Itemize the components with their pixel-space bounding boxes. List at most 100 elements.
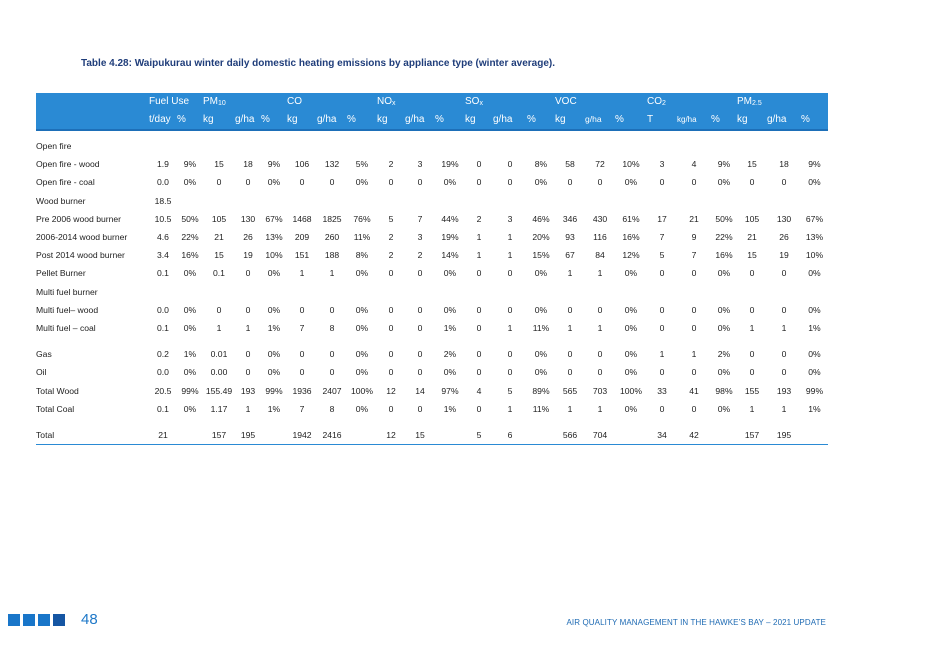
table-cell (435, 418, 465, 426)
table-row: Total Coal 0.1 0% 1.17 1 1% 7 8 0% 0 0 1% 0 1 11% 1 1 0% 0… (36, 400, 828, 418)
table-cell: 0% (717, 403, 731, 414)
table-cell: 0 (597, 349, 603, 360)
table-cell: 1 (567, 403, 573, 414)
table-cell: 14% (441, 250, 459, 261)
header-nox: NOx (377, 93, 465, 109)
table-row: Pellet Burner 0.1 0% 0.1 0 0% 1 1 0% 0 0 0% 0 0 0% 1 1 0%… (36, 264, 828, 282)
table-cell: 0 (299, 349, 305, 360)
table-cell: 0 (781, 268, 787, 279)
table-cell: 0 (245, 268, 251, 279)
table-cell: 0 (691, 322, 697, 333)
table-cell: 1 (476, 232, 482, 243)
table-cell: 0% (534, 304, 548, 315)
table-cell: 9% (717, 159, 731, 170)
table-cell: 2% (717, 349, 731, 360)
table-cell: 0 (476, 349, 482, 360)
table-cell: 0 (417, 268, 423, 279)
table-cell: 0.1 (157, 268, 169, 279)
table-cell: 2407 (322, 385, 342, 396)
table-cell: 1 (749, 403, 755, 414)
table-cell: 9 (691, 232, 697, 243)
table-cell: 1% (808, 403, 821, 414)
table-cell: 2416 (317, 425, 347, 445)
row-label: Total Coal (36, 403, 75, 414)
table-cell: 2 (417, 250, 423, 261)
table-cell (377, 130, 405, 155)
table-cell (615, 130, 647, 155)
table-cell (261, 418, 287, 426)
table-cell (347, 418, 377, 426)
table-cell (149, 283, 177, 301)
table-cell: 72 (595, 159, 605, 170)
table-cell: 8% (534, 159, 548, 170)
table-cell: 0 (299, 177, 305, 188)
table-cell: 15 (214, 250, 224, 261)
table-cell: 0 (417, 403, 423, 414)
table-cell (615, 425, 647, 445)
table-cell: 1 (597, 403, 603, 414)
table-cell: 17 (657, 213, 667, 224)
table-cell: 67% (265, 213, 283, 224)
table-cell: 0% (267, 177, 281, 188)
table-cell: 0% (267, 268, 281, 279)
table-cell: 5 (507, 385, 513, 396)
table-cell: 0% (717, 268, 731, 279)
table-row: Pre 2006 wood burner 10.5 50% 105 130 67% 1468… (36, 210, 828, 228)
table-cell: 0 (507, 268, 513, 279)
table-cell (287, 337, 317, 345)
table-cell (585, 130, 615, 155)
table-cell (405, 337, 435, 345)
table-cell: 0 (749, 349, 755, 360)
table-cell: 2 (388, 159, 394, 170)
table-cell: 15 (747, 250, 757, 261)
table-cell: 15 (214, 159, 224, 170)
table-cell: 8 (329, 403, 335, 414)
table-cell: 0 (597, 367, 603, 378)
row-label: Open fire - coal (36, 177, 95, 188)
table-cell: 0 (216, 177, 222, 188)
table-cell (555, 192, 585, 210)
table-cell: 0.1 (157, 403, 169, 414)
table-row: Open fire - coal 0.0 0% 0 0 0% 0 0 0% 0 0 0% 0 0 0% 0 0 0… (36, 173, 828, 191)
table-cell: 2 (476, 213, 482, 224)
header-unit: T (647, 109, 677, 131)
header-co2: CO2 (647, 93, 737, 109)
table-cell: 19 (779, 250, 789, 261)
table-cell: 20.5 (154, 385, 172, 396)
table-cell: 26 (243, 232, 253, 243)
table-cell: 0.00 (210, 367, 228, 378)
table-cell: 1 (329, 268, 335, 279)
table-cell (203, 418, 235, 426)
table-cell: 0 (245, 367, 251, 378)
table-cell (737, 418, 767, 426)
table-cell: 704 (585, 425, 615, 445)
table-cell: 0 (567, 304, 573, 315)
table-cell: 0 (659, 403, 665, 414)
table-cell: 0 (507, 304, 513, 315)
table-cell (235, 283, 261, 301)
table-cell: 19 (243, 250, 253, 261)
table-cell: 0 (329, 304, 335, 315)
table-cell: 1 (597, 268, 603, 279)
table-cell: 67% (805, 213, 824, 224)
table-cell: 0 (507, 159, 513, 170)
table-cell: 93 (565, 232, 575, 243)
table-cell (287, 283, 317, 301)
table-cell: 188 (324, 250, 340, 261)
table-row: Multi fuel – coal 0.1 0% 1 1 1% 7 8 0% 0 0 1% 0 1 11% 1… (36, 319, 828, 337)
table-cell: 97% (441, 385, 459, 396)
table-cell: 1% (183, 349, 197, 360)
table-cell: 9% (183, 159, 197, 170)
table-cell: 1.17 (210, 403, 228, 414)
table-cell (347, 130, 377, 155)
table-cell (527, 130, 555, 155)
table-cell (801, 283, 828, 301)
table-cell (585, 337, 615, 345)
table-cell: 16% (181, 250, 199, 261)
header-unit: kg/ha (677, 109, 711, 131)
table-cell: 2 (388, 250, 394, 261)
table-cell: 157 (737, 425, 767, 445)
table-cell: 0% (183, 268, 197, 279)
table-cell: 0.2 (157, 349, 169, 360)
table-cell (493, 418, 527, 426)
